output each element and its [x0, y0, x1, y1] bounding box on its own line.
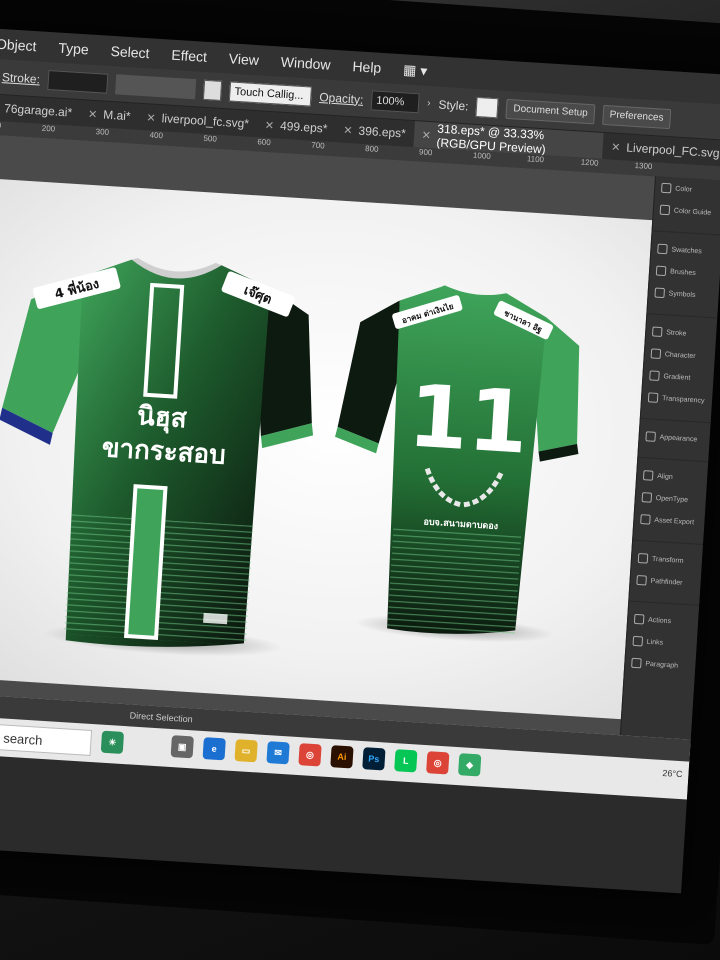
symbols-icon: [654, 287, 666, 299]
close-icon[interactable]: ✕: [88, 107, 98, 121]
pathfinder-icon: [636, 574, 647, 586]
tab-label: liverpool_fc.svg*: [161, 111, 250, 131]
brush-definition-select[interactable]: Touch Callig...: [228, 80, 313, 107]
ruler-number: 600: [257, 137, 272, 148]
ruler-number: 900: [418, 147, 433, 158]
opacity-label[interactable]: Opacity:: [319, 90, 364, 107]
chrome-profile-icon[interactable]: ◎: [426, 751, 450, 775]
front-name-line1: นิฮุส: [136, 401, 187, 435]
brush-name: Touch Callig...: [234, 85, 304, 102]
close-icon[interactable]: ✕: [611, 140, 621, 154]
jersey-back[interactable]: อาคม ด่าเงินไย ชานาลา อิฐ 11 อบจ.สนามดาบ…: [323, 279, 589, 648]
tab-label: 76garage.ai*: [3, 101, 73, 120]
transparency-icon: [647, 392, 659, 403]
weather-temperature: 26°C: [662, 767, 683, 780]
ruler-number: 1100: [526, 154, 545, 165]
taskbar-search-box[interactable]: e here to search: [0, 720, 93, 756]
ruler-number: 1300: [634, 161, 653, 172]
actions-icon: [633, 613, 645, 625]
menu-object[interactable]: Object: [0, 35, 48, 55]
illustrator-window: Object Type Select Effect View Window He…: [0, 28, 720, 894]
tab-label: Liverpool_FC.svg: [625, 140, 720, 161]
menu-select[interactable]: Select: [99, 42, 161, 62]
current-tool-label: Direct Selection: [129, 710, 193, 725]
style-label: Style:: [438, 97, 469, 113]
ruler-number: 100: [0, 120, 2, 130]
tab-label: 396.eps*: [358, 123, 407, 141]
stroke-label[interactable]: Stroke:: [2, 70, 41, 86]
jersey-artwork: 4 พี่น้อง เจ๊ศุต นิฮุส ขากระสอบ อาคม ด่า…: [0, 250, 589, 663]
canvas-area[interactable]: 4 พี่น้อง เจ๊ศุต นิฮุส ขากระสอบ อาคม ด่า…: [0, 133, 657, 736]
panel-paragraph[interactable]: Paragraph: [625, 651, 696, 677]
opentype-icon: [641, 492, 653, 503]
chevron-right-icon[interactable]: ›: [427, 98, 431, 109]
system-tray[interactable]: 26°C: [662, 768, 683, 779]
gradient-icon: [649, 370, 660, 381]
links-icon: [632, 635, 644, 647]
photoshop-icon[interactable]: Ps: [362, 747, 386, 771]
menu-effect[interactable]: Effect: [160, 46, 218, 66]
ruler-number: 200: [41, 123, 56, 134]
document-setup-button[interactable]: Document Setup: [505, 98, 596, 124]
tab-label: 499.eps*: [279, 118, 328, 136]
align-icon: [642, 470, 654, 481]
menu-view[interactable]: View: [217, 50, 270, 69]
ruler-number: 500: [203, 133, 218, 144]
graphic-style-swatch[interactable]: [475, 96, 500, 118]
asset-export-icon: [640, 514, 651, 525]
close-icon[interactable]: ✕: [146, 111, 156, 125]
ruler-number: 1000: [472, 150, 492, 161]
ruler-number: 700: [311, 140, 325, 151]
stroke-icon: [651, 326, 663, 338]
close-icon[interactable]: ✕: [421, 128, 431, 142]
color-icon: [660, 182, 672, 194]
task-view-icon[interactable]: ▣: [170, 735, 194, 759]
mail-icon[interactable]: ✉: [266, 741, 290, 765]
menu-type[interactable]: Type: [47, 39, 100, 58]
color-guide-icon: [659, 204, 671, 216]
appearance-icon: [645, 431, 656, 442]
paragraph-icon: [631, 657, 642, 669]
close-icon[interactable]: ✕: [343, 123, 353, 137]
front-brand-tag: [203, 612, 228, 625]
artboard[interactable]: 4 พี่น้อง เจ๊ศุต นิฮุส ขากระสอบ อาคม ด่า…: [0, 177, 654, 720]
menu-help[interactable]: Help: [341, 57, 393, 76]
opacity-value: 100%: [375, 94, 405, 108]
jersey-front[interactable]: 4 พี่น้อง เจ๊ศุต นิฮุส ขากระสอบ: [0, 250, 323, 663]
app-icon[interactable]: ◆: [458, 753, 482, 777]
stroke-weight-field[interactable]: [47, 69, 109, 94]
chrome-icon[interactable]: ◎: [298, 743, 322, 767]
file-explorer-icon[interactable]: ▭: [234, 739, 258, 763]
ruler-number: 1200: [580, 157, 599, 168]
tab-m[interactable]: ✕ M.ai*: [79, 100, 139, 130]
ruler-number: 300: [95, 127, 110, 137]
edge-browser-icon[interactable]: e: [202, 737, 226, 761]
back-number: 11: [405, 366, 531, 473]
illustrator-icon[interactable]: Ai: [330, 745, 354, 769]
swatches-icon: [657, 243, 668, 255]
line-app-icon[interactable]: L: [394, 749, 418, 773]
brushes-icon: [655, 265, 667, 277]
preferences-button[interactable]: Preferences: [602, 104, 672, 129]
workspace-switcher-icon[interactable]: ▦ ▾: [392, 60, 439, 80]
close-icon[interactable]: ✕: [265, 118, 275, 132]
menu-window[interactable]: Window: [269, 53, 342, 73]
search-placeholder: e here to search: [0, 727, 43, 748]
ruler-number: 400: [149, 130, 164, 141]
ruler-number: 800: [364, 144, 379, 154]
transform-icon: [637, 552, 649, 564]
character-icon: [650, 348, 662, 360]
brush-color-swatch[interactable]: [203, 79, 223, 101]
variable-width-field[interactable]: [115, 73, 197, 99]
back-stripe-hem: [387, 524, 522, 637]
beach-widget-icon[interactable]: ☀: [100, 730, 125, 755]
opacity-field[interactable]: 100%: [370, 89, 420, 113]
tab-label: M.ai*: [102, 107, 132, 124]
